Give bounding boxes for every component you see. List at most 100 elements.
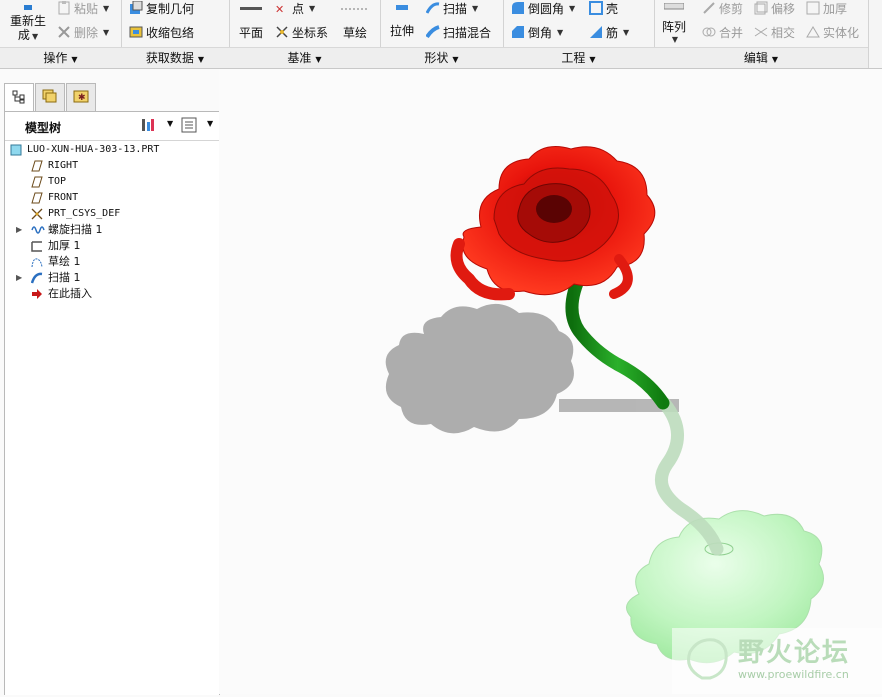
thicken-icon (31, 240, 43, 252)
tree-settings-icon[interactable] (140, 117, 156, 136)
shell-button[interactable]: 壳 (589, 0, 618, 17)
rib-icon (589, 25, 603, 39)
tree-item-right[interactable]: RIGHT (5, 158, 219, 174)
copy-geometry-icon (129, 0, 143, 15)
copy-geometry-button[interactable]: 复制几何 (129, 0, 194, 17)
watermark-url: www.proewildfire.cn (738, 668, 849, 681)
delete-icon (57, 25, 71, 39)
tab-favorites[interactable]: ✱ (66, 83, 96, 111)
model-tree-panel: 模型树 ▼ ▼ LUO-XUN-HUA-303-13.PRT RIGHT TOP… (4, 111, 220, 695)
offset-button[interactable]: 偏移 (754, 0, 795, 17)
group-editing: 阵列 ▼ 修剪 合并 偏移 相交 加厚 实体化 编辑 ▼ (654, 0, 869, 68)
paste-icon (57, 1, 71, 15)
sweep-button[interactable]: 扫描 ▼ (425, 0, 478, 17)
tree-item-insert-here[interactable]: 在此插入 (5, 286, 219, 302)
watermark-title: 野火论坛 (738, 638, 851, 668)
chamfer-icon (511, 25, 525, 39)
trim-icon (702, 1, 716, 15)
sketch-icon (31, 256, 43, 268)
solidify-button[interactable]: 实体化 (806, 23, 859, 41)
sketch-icon (341, 0, 369, 14)
round-icon (511, 1, 525, 15)
sweep-icon (425, 1, 440, 15)
datum-plane-icon (31, 160, 43, 172)
swept-blend-button[interactable]: 扫描混合 (425, 23, 491, 41)
group-get-data: 复制几何 收缩包络 获取数据 ▼ (121, 0, 230, 68)
extrude-button[interactable]: 拉伸 (390, 0, 414, 44)
expand-arrow-icon[interactable]: ▶ (16, 222, 22, 238)
round-button[interactable]: 倒圆角 ▼ (511, 0, 575, 17)
paste-button[interactable]: 粘贴 ▼ (57, 0, 109, 17)
show-options-icon[interactable] (181, 117, 197, 136)
group-operations: 重新生 成 ▼ 粘贴 ▼ 删除 ▼ 操作 ▼ (0, 0, 122, 68)
model-tree-title: 模型树 (25, 121, 62, 135)
delete-button[interactable]: 删除 ▼ (57, 23, 109, 41)
point-icon: ✕ (275, 1, 289, 16)
svg-text:✱: ✱ (78, 93, 86, 103)
insert-here-icon (31, 288, 43, 300)
group-title-engineering[interactable]: 工程 ▼ (503, 47, 654, 68)
solidify-icon (806, 25, 820, 39)
graphics-viewport[interactable] (219, 69, 882, 694)
shell-icon (589, 1, 603, 15)
tree-item-top[interactable]: TOP (5, 174, 219, 190)
tree-item-thicken[interactable]: 加厚 1 (5, 238, 219, 254)
intersect-button[interactable]: 相交 (754, 23, 795, 41)
merge-button[interactable]: 合并 (702, 23, 743, 41)
regenerate-button[interactable]: 重新生 成 ▼ (10, 0, 46, 44)
helical-sweep-icon (31, 224, 45, 236)
tab-folder-browser[interactable] (35, 83, 65, 111)
group-datum: 平面 ✕ 点 ▼ 坐标系 草绘 基准 ▼ (229, 0, 381, 68)
intersect-icon (754, 25, 768, 39)
model-tree-icon (12, 90, 26, 107)
navigator-tabs: ✱ (4, 83, 218, 112)
forum-watermark: 野火论坛 www.proewildfire.cn (672, 628, 882, 694)
sketch-button[interactable]: 草绘 (341, 0, 369, 44)
model-tree-header: 模型树 ▼ ▼ (5, 112, 219, 141)
tab-model-tree[interactable] (4, 83, 34, 112)
pattern-icon (663, 0, 685, 14)
chamfer-button[interactable]: 倒角 ▼ (511, 23, 563, 41)
rose-flower (450, 146, 656, 301)
merge-icon (702, 25, 716, 39)
tree-item-sweep[interactable]: ▶ 扫描 1 (5, 270, 219, 286)
csys-icon (31, 208, 43, 220)
favorites-folder-icon: ✱ (73, 88, 89, 107)
sweep-icon (30, 272, 43, 284)
trim-button[interactable]: 修剪 (702, 0, 743, 17)
plane-button[interactable]: 平面 (239, 0, 263, 44)
tree-item-helical-sweep[interactable]: ▶ 螺旋扫描 1 (5, 222, 219, 238)
group-title-editing[interactable]: 编辑 ▼ (654, 47, 868, 68)
point-button[interactable]: ✕ 点 ▼ (275, 0, 315, 17)
group-title-get-data[interactable]: 获取数据 ▼ (121, 47, 229, 68)
model-tree-list: LUO-XUN-HUA-303-13.PRT RIGHT TOP FRONT P… (5, 142, 219, 302)
datum-plane-icon (31, 192, 43, 204)
thicken-icon (806, 1, 820, 15)
group-engineering: 倒圆角 ▼ 倒角 ▼ 壳 筋 ▼ 工程 ▼ (503, 0, 655, 68)
csys-button[interactable]: 坐标系 (275, 23, 328, 41)
show-options-dropdown-icon[interactable]: ▼ (207, 119, 213, 128)
group-title-datum[interactable]: 基准 ▼ (229, 47, 380, 68)
shrinkwrap-button[interactable]: 收缩包络 (129, 23, 194, 41)
rib-button[interactable]: 筋 ▼ (589, 23, 629, 41)
tree-item-front[interactable]: FRONT (5, 190, 219, 206)
ribbon-toolbar: 重新生 成 ▼ 粘贴 ▼ 删除 ▼ 操作 ▼ 复制几何 收缩包络 获取数据 ▼ 平面 (0, 0, 882, 69)
regenerate-icon (21, 0, 35, 14)
extrude-icon (394, 0, 410, 14)
tree-item-sketch[interactable]: 草绘 1 (5, 254, 219, 270)
group-title-shapes[interactable]: 形状 ▼ (380, 47, 503, 68)
swept-blend-icon (425, 25, 440, 39)
folder-stack-icon (42, 88, 58, 107)
pattern-button[interactable]: 阵列 ▼ (662, 0, 686, 44)
offset-icon (754, 1, 768, 15)
shrinkwrap-icon (129, 25, 143, 39)
tree-item-part[interactable]: LUO-XUN-HUA-303-13.PRT (5, 142, 219, 158)
group-title-operations[interactable]: 操作 ▼ (0, 47, 121, 68)
plane-icon (240, 0, 262, 14)
datum-plane-icon (31, 176, 43, 188)
tree-settings-dropdown-icon[interactable]: ▼ (167, 119, 173, 128)
tree-item-csys[interactable]: PRT_CSYS_DEF (5, 206, 219, 222)
expand-arrow-icon[interactable]: ▶ (16, 270, 22, 286)
csys-icon (275, 25, 289, 39)
thicken-button[interactable]: 加厚 (806, 0, 847, 17)
